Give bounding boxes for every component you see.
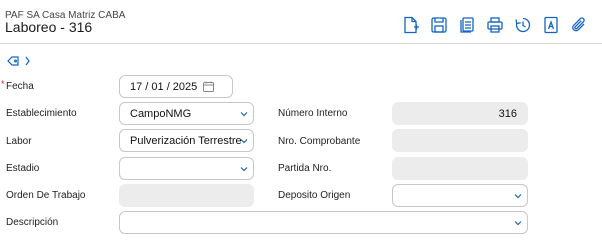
chevron-down-icon[interactable]: [239, 136, 249, 146]
partida-nro-field: [392, 157, 528, 180]
tags-row[interactable]: [7, 55, 37, 67]
establecimiento-value: CampoNMG: [130, 108, 192, 120]
calendar-icon[interactable]: [203, 81, 214, 92]
chevron-down-icon[interactable]: [239, 164, 249, 174]
nro-comprobante-label: Nro. Comprobante: [278, 136, 361, 147]
save-icon[interactable]: [430, 16, 448, 34]
estadio-select[interactable]: [119, 157, 254, 180]
tag-icon[interactable]: [7, 56, 19, 66]
estadio-label: Estadio: [6, 163, 40, 174]
numero-interno-field: 316: [392, 102, 528, 125]
deposito-origen-label: Deposito Origen: [278, 190, 351, 201]
orden-de-trabajo-field: [119, 184, 254, 207]
fecha-value: 17 / 01 / 2025: [130, 81, 198, 93]
chevron-down-icon[interactable]: [513, 191, 523, 201]
chevron-down-icon[interactable]: [513, 218, 523, 228]
orden-de-trabajo-label: Orden De Trabajo: [6, 190, 86, 201]
deposito-origen-select[interactable]: [392, 184, 528, 207]
fecha-date-input[interactable]: 17 / 01 / 2025: [119, 75, 233, 98]
fecha-label: Fecha: [6, 81, 34, 92]
labor-value: Pulverización Terrestre: [130, 135, 242, 147]
partida-nro-label: Partida Nro.: [278, 163, 332, 174]
header-divider: [0, 43, 602, 44]
chevron-right-icon[interactable]: [25, 56, 30, 66]
descripcion-select[interactable]: [119, 211, 528, 234]
nro-comprobante-field: [392, 129, 528, 152]
attachment-icon[interactable]: [570, 16, 588, 34]
descripcion-label: Descripción: [6, 217, 59, 228]
document-a-icon[interactable]: [542, 16, 560, 34]
refresh-icon[interactable]: [514, 16, 532, 34]
print-icon[interactable]: [486, 16, 504, 34]
required-marker: *: [1, 79, 5, 89]
page-title: Laboreo - 316: [5, 19, 93, 35]
establecimiento-select[interactable]: CampoNMG: [119, 102, 254, 125]
chevron-down-icon[interactable]: [239, 109, 249, 119]
new-document-icon[interactable]: [402, 16, 420, 34]
toolbar: [402, 16, 592, 34]
copy-documents-icon[interactable]: [458, 16, 476, 34]
labor-select[interactable]: Pulverización Terrestre: [119, 129, 254, 152]
numero-interno-label: Número Interno: [278, 108, 348, 119]
numero-interno-value: 316: [498, 108, 517, 120]
labor-label: Labor: [6, 136, 32, 147]
establecimiento-label: Establecimiento: [6, 108, 77, 119]
